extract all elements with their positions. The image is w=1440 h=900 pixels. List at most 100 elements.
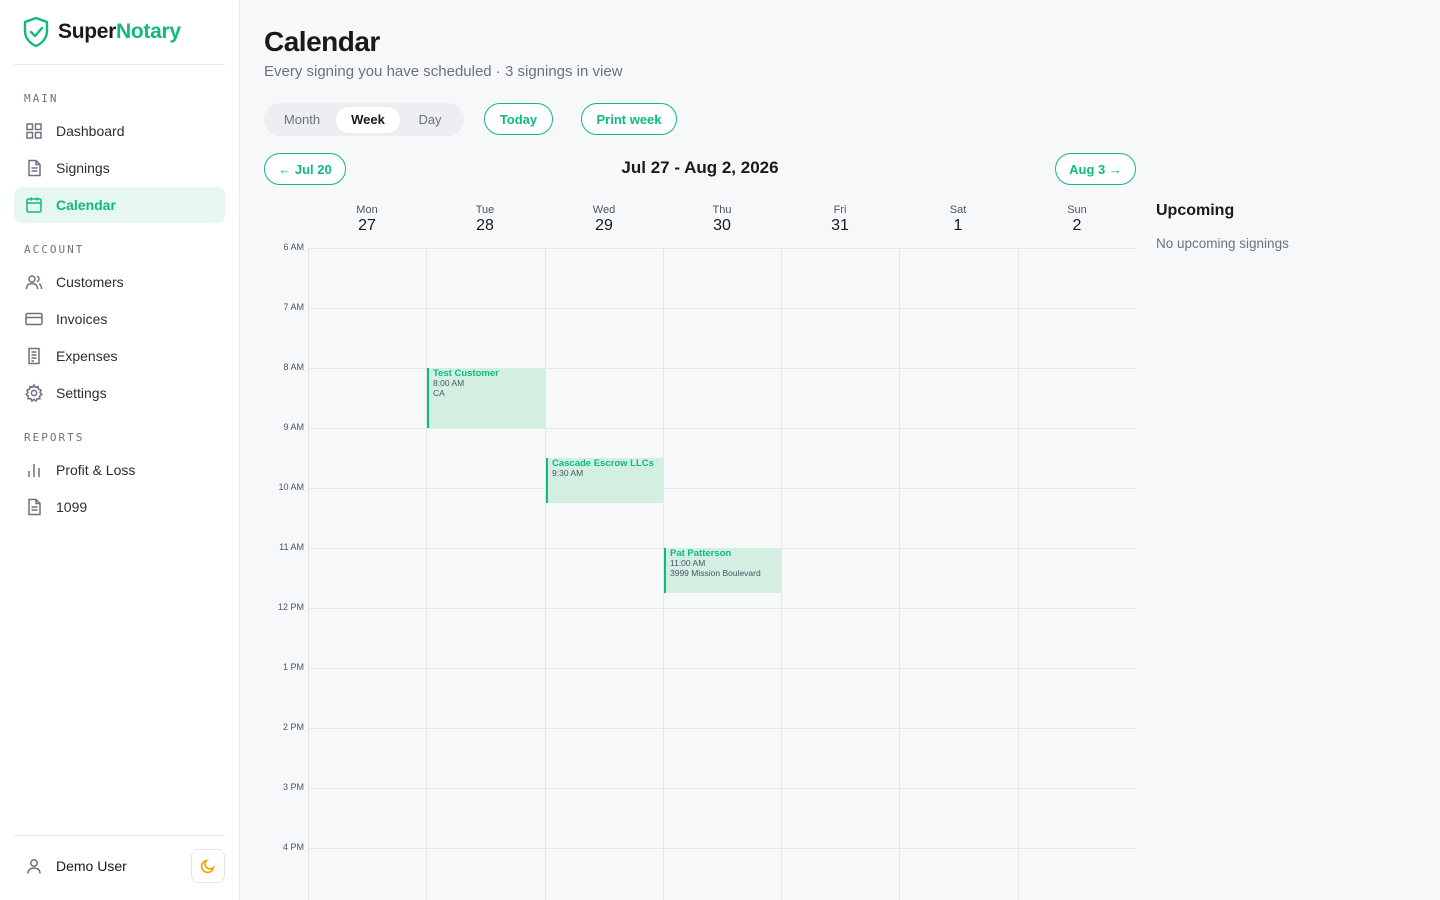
event-location: CA (433, 387, 445, 398)
next-week-button[interactable]: Aug 3 → (1055, 153, 1136, 185)
sidebar-item-expenses[interactable]: Expenses (14, 338, 225, 374)
day-column-line (308, 248, 309, 900)
user-menu[interactable]: Demo User (24, 852, 127, 880)
day-date: 1 (953, 217, 963, 234)
day-header-mon: Mon 27 (308, 204, 426, 235)
hour-label: 12 PM (277, 602, 304, 612)
day-date: 30 (713, 217, 731, 234)
day-name: Mon (356, 204, 378, 216)
hour-line (308, 668, 1136, 669)
hour-label: 9 AM (283, 422, 304, 432)
day-name: Tue (475, 204, 495, 216)
day-date: 2 (1072, 217, 1082, 234)
section-label-main: MAIN (24, 92, 59, 105)
view-week-button[interactable]: Week (336, 106, 400, 133)
hour-label: 7 AM (283, 302, 304, 312)
sidebar-item-label: Settings (56, 385, 107, 401)
brand-name-part2: Notary (116, 20, 181, 43)
dashboard-icon (26, 123, 42, 139)
day-header-sun: Sun 2 (1018, 204, 1136, 235)
hour-label: 6 AM (283, 242, 304, 252)
upcoming-empty-text: No upcoming signings (1156, 236, 1289, 251)
upcoming-title: Upcoming (1156, 202, 1235, 219)
day-name: Thu (712, 204, 732, 216)
hour-line (308, 728, 1136, 729)
sidebar-item-customers[interactable]: Customers (14, 264, 225, 300)
bar-chart-icon (28, 464, 40, 477)
event-time: 9:30 AM (552, 468, 584, 478)
hour-line (308, 248, 1136, 249)
day-column-line (899, 248, 900, 900)
previous-week-button[interactable]: ← Jul 20 (264, 153, 346, 185)
hour-label: 8 AM (283, 362, 304, 372)
section-label-account: ACCOUNT (24, 243, 85, 256)
hour-line (308, 848, 1136, 849)
theme-toggle-button[interactable] (191, 849, 225, 883)
view-toggle: Month Week Day (264, 103, 464, 136)
calendar-icon (26, 197, 42, 213)
sidebar-item-profit-loss[interactable]: Profit & Loss (14, 452, 225, 488)
shield-check-icon (23, 16, 49, 48)
sidebar-item-label: Expenses (56, 348, 118, 364)
sidebar: SuperNotary MAIN Dashboard Signings Cale… (0, 0, 240, 900)
receipt-icon (28, 347, 40, 365)
day-header-fri: Fri 31 (781, 204, 899, 235)
document-icon (28, 498, 41, 516)
sidebar-item-label: 1099 (56, 499, 88, 515)
hour-label: 10 AM (278, 482, 304, 492)
sidebar-item-settings[interactable]: Settings (14, 375, 225, 411)
sidebar-item-invoices[interactable]: Invoices (14, 301, 225, 337)
brand-name-part1: Super (58, 20, 117, 43)
page-subtitle: Every signing you have scheduled · 3 sig… (264, 63, 623, 80)
users-icon (25, 275, 43, 290)
print-week-button[interactable]: Print week (581, 103, 677, 135)
hour-label: 3 PM (282, 782, 304, 792)
event-time: 8:00 AM (433, 378, 465, 388)
hour-label: 2 PM (282, 722, 304, 732)
hour-line (308, 608, 1136, 609)
sidebar-item-label: Invoices (56, 311, 108, 327)
sidebar-item-dashboard[interactable]: Dashboard (14, 113, 225, 149)
sidebar-item-calendar[interactable]: Calendar (14, 187, 225, 223)
today-button[interactable]: Today (484, 103, 553, 135)
divider (14, 64, 225, 65)
day-name: Wed (592, 204, 616, 216)
day-column-line (781, 248, 782, 900)
section-label-reports: REPORTS (24, 431, 85, 444)
day-header-sat: Sat 1 (899, 204, 1017, 235)
brand[interactable]: SuperNotary (22, 16, 181, 48)
day-date: 29 (595, 217, 613, 234)
week-time-grid[interactable]: 6 AM 7 AM 8 AM 9 AM 10 AM 11 AM 12 PM 1 … (264, 242, 1136, 900)
hour-label: 1 PM (282, 662, 304, 672)
brand-name: SuperNotary (58, 20, 181, 44)
day-name: Sat (949, 204, 967, 216)
divider (14, 835, 225, 836)
sidebar-item-signings[interactable]: Signings (14, 150, 225, 186)
week-range-label: Jul 27 - Aug 2, 2026 (621, 158, 779, 177)
view-month-button[interactable]: Month (268, 107, 336, 133)
day-header-thu: Thu 30 (663, 204, 781, 235)
view-day-button[interactable]: Day (400, 107, 460, 133)
sidebar-item-label: Dashboard (56, 123, 125, 139)
credit-card-icon (25, 312, 43, 326)
sidebar-item-label: Signings (56, 160, 110, 176)
day-header-wed: Wed 29 (545, 204, 663, 235)
user-name: Demo User (56, 858, 127, 874)
gear-icon (25, 383, 43, 403)
user-icon (27, 859, 41, 874)
day-column-line (426, 248, 427, 900)
day-header-tue: Tue 28 (426, 204, 544, 235)
sidebar-item-label: Customers (56, 274, 124, 290)
day-date: 27 (358, 217, 376, 234)
day-name: Sun (1067, 204, 1087, 216)
calendar-event[interactable]: Test Customer 8:00 AM CA (427, 368, 545, 428)
document-icon (28, 159, 41, 177)
sidebar-item-1099[interactable]: 1099 (14, 489, 225, 525)
hour-line (308, 308, 1136, 309)
hour-label: 4 PM (282, 842, 304, 852)
day-name: Fri (833, 204, 847, 216)
hour-line (308, 428, 1136, 429)
day-column-line (545, 248, 546, 900)
calendar-event[interactable]: Pat Patterson 11:00 AM 3999 Mission Boul… (664, 548, 781, 593)
calendar-event[interactable]: Cascade Escrow LLCs 9:30 AM (546, 458, 663, 503)
